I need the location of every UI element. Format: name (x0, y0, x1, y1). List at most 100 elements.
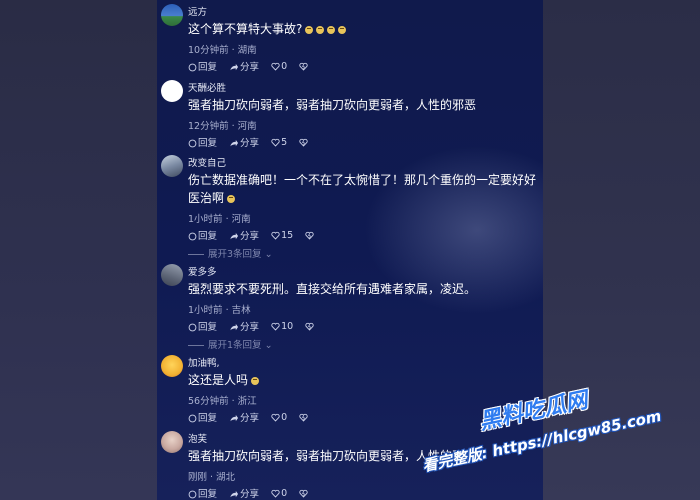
share-label: 分享 (240, 62, 260, 73)
reply-button[interactable]: 回复 (188, 319, 217, 333)
share-button[interactable]: 分享 (229, 228, 259, 242)
emoji-icon (305, 25, 314, 34)
like-button[interactable]: 0 (271, 412, 287, 423)
comment-meta: 56分钟前 · 浙江 (188, 396, 257, 407)
dislike-button[interactable] (305, 230, 315, 241)
share-button[interactable]: 分享 (229, 135, 259, 149)
comment-text-content: 这还是人吗 (188, 373, 249, 387)
avatar[interactable] (161, 155, 183, 177)
heart-icon (271, 322, 280, 331)
like-count: 15 (281, 229, 294, 241)
divider-line (188, 254, 204, 255)
dislike-heart-icon (299, 489, 308, 498)
dislike-button[interactable] (299, 488, 309, 499)
like-button[interactable]: 10 (271, 321, 293, 332)
share-button[interactable]: 分享 (229, 486, 259, 500)
emoji-icon (227, 194, 236, 203)
reply-button[interactable]: 回复 (188, 228, 217, 242)
comment-actions: 回复 分享 5 (188, 135, 318, 149)
chevron-down-icon: ⌄ (261, 249, 273, 260)
username[interactable]: 爱多多 (188, 264, 217, 278)
comment-text-content: 强烈要求不要死刑。直接交给所有遇难者家属，凌迟。 (188, 282, 477, 296)
comment-meta: 刚刚 · 湖北 (188, 472, 236, 483)
dislike-button[interactable] (305, 321, 315, 332)
comment-text-content: 这个算不算特大事故? (188, 22, 303, 36)
emoji-icon (327, 25, 336, 34)
avatar[interactable] (161, 355, 183, 377)
reply-icon (188, 139, 197, 148)
like-count: 0 (281, 411, 288, 423)
like-button[interactable]: 15 (271, 230, 293, 241)
comment-text: 强烈要求不要死刑。直接交给所有遇难者家属，凌迟。 (188, 280, 538, 298)
reply-label: 回复 (198, 413, 218, 424)
dislike-button[interactable] (299, 412, 309, 423)
share-label: 分享 (240, 489, 260, 500)
avatar[interactable] (161, 80, 183, 102)
expand-replies-label: 展开3条回复 (208, 249, 262, 260)
like-button[interactable]: 5 (271, 137, 287, 148)
comment-actions: 回复 分享 0 (188, 486, 318, 500)
share-icon (230, 232, 239, 240)
share-button[interactable]: 分享 (229, 410, 259, 424)
username[interactable]: 远方 (188, 4, 207, 18)
emoji-icon (316, 25, 325, 34)
reply-icon (188, 490, 197, 499)
reply-button[interactable]: 回复 (188, 59, 217, 73)
dislike-heart-icon (305, 322, 314, 331)
comment-meta: 12分钟前 · 河南 (188, 121, 257, 132)
dislike-heart-icon (299, 138, 308, 147)
comment-actions: 回复 分享 15 (188, 228, 324, 242)
divider-line (188, 345, 204, 346)
emoji-icon (338, 25, 347, 34)
heart-icon (271, 231, 280, 240)
comment-meta: 1小时前 · 河南 (188, 214, 251, 225)
dislike-heart-icon (305, 231, 314, 240)
dislike-heart-icon (299, 413, 308, 422)
share-label: 分享 (240, 231, 260, 242)
comment-meta: 1小时前 · 吉林 (188, 305, 251, 316)
comment-actions: 回复 分享 0 (188, 410, 318, 424)
reply-button[interactable]: 回复 (188, 486, 217, 500)
like-count: 5 (281, 136, 288, 148)
share-icon (230, 139, 239, 147)
heart-icon (271, 138, 280, 147)
dislike-button[interactable] (299, 137, 309, 148)
username[interactable]: 改变自己 (188, 155, 226, 169)
reply-label: 回复 (198, 138, 218, 149)
share-button[interactable]: 分享 (229, 319, 259, 333)
like-button[interactable]: 0 (271, 61, 287, 72)
dislike-button[interactable] (299, 61, 309, 72)
avatar[interactable] (161, 431, 183, 453)
expand-replies-button[interactable]: 展开1条回复 ⌄ (188, 337, 273, 351)
background-left (0, 0, 157, 500)
avatar[interactable] (161, 4, 183, 26)
share-icon (230, 63, 239, 71)
reply-icon (188, 232, 197, 241)
heart-icon (271, 62, 280, 71)
like-button[interactable]: 0 (271, 488, 287, 499)
username[interactable]: 天酬必胜 (188, 80, 226, 94)
reply-icon (188, 323, 197, 332)
reply-button[interactable]: 回复 (188, 410, 217, 424)
share-button[interactable]: 分享 (229, 59, 259, 73)
like-count: 0 (281, 487, 288, 499)
reply-label: 回复 (198, 322, 218, 333)
comment-text-content: 伤亡数据准确吧！一个不在了太惋惜了！那几个重伤的一定要好好医治啊 (188, 173, 537, 205)
share-icon (230, 323, 239, 331)
avatar[interactable] (161, 264, 183, 286)
expand-replies-label: 展开1条回复 (208, 340, 262, 351)
share-icon (230, 414, 239, 422)
comment-text-content: 强者抽刀砍向弱者，弱者抽刀砍向更弱者，人性的邪恶 (188, 98, 477, 112)
comment-actions: 回复 分享 10 (188, 319, 324, 333)
reply-icon (188, 63, 197, 72)
expand-replies-button[interactable]: 展开3条回复 ⌄ (188, 246, 273, 260)
heart-icon (271, 413, 280, 422)
share-label: 分享 (240, 413, 260, 424)
username[interactable]: 泡芙 (188, 431, 207, 445)
reply-icon (188, 414, 197, 423)
reply-label: 回复 (198, 489, 218, 500)
heart-icon (271, 489, 280, 498)
username[interactable]: 加油鸭, (188, 355, 220, 369)
reply-button[interactable]: 回复 (188, 135, 217, 149)
emoji-icon (251, 376, 260, 385)
